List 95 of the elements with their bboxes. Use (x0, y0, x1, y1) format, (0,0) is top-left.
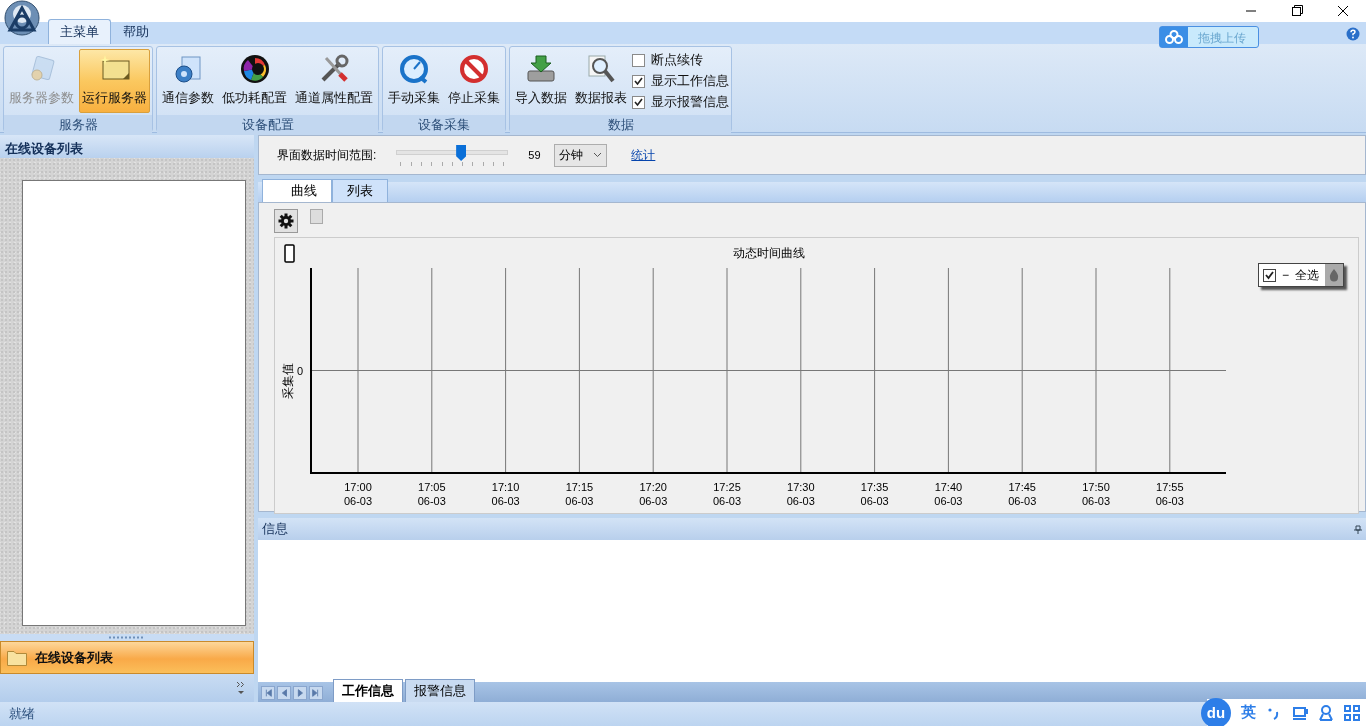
group-title: 设备配置 (157, 115, 378, 136)
x-tick-label: 17:25 (713, 481, 741, 493)
ribbon-button[interactable]: 通信参数 (159, 49, 217, 113)
ribbon-icon (172, 53, 204, 85)
arrow-icon (295, 687, 305, 699)
x-tick-date: 06-03 (565, 495, 594, 507)
ribbon-button[interactable]: 数据报表 (572, 49, 630, 113)
range-value: 59 (528, 149, 542, 161)
settings-icon (278, 213, 294, 229)
ribbon-button[interactable]: 低功耗配置 (219, 49, 290, 113)
x-tick-label: 17:50 (1082, 481, 1110, 493)
ribbon-button[interactable]: 停止采集 (445, 49, 503, 113)
page-nav-button[interactable] (293, 686, 307, 700)
x-tick-date: 06-03 (712, 495, 742, 507)
ribbon-button[interactable]: 导入数据 (512, 49, 570, 113)
checkbox[interactable]: 显示报警信息 (632, 93, 729, 111)
ribbon-icon (398, 53, 430, 85)
page-nav-button[interactable] (309, 686, 323, 700)
x-tick-label: 17:35 (860, 481, 889, 493)
grid-icon[interactable] (1344, 704, 1360, 721)
x-tick-date: 06-03 (1008, 495, 1037, 507)
arrow-icon (279, 687, 289, 699)
help-icon[interactable] (1346, 27, 1360, 41)
x-tick-label: 17:20 (639, 481, 667, 493)
status-text: 就绪 (9, 705, 35, 723)
ime-logo[interactable]: du (1201, 697, 1231, 726)
ime-mode[interactable]: 英 (1241, 703, 1256, 722)
x-tick-label: 17:05 (418, 481, 446, 493)
page-nav-button[interactable] (277, 686, 291, 700)
folder-icon (7, 649, 27, 666)
group-title: 数据 (510, 115, 731, 136)
settings-button[interactable] (274, 209, 298, 233)
x-tick-label: 17:55 (1156, 481, 1184, 493)
x-tick-label: 17:40 (934, 481, 963, 493)
x-tick-date: 06-03 (639, 495, 668, 507)
checkbox[interactable]: 显示工作信息 (632, 72, 729, 90)
x-tick-date: 06-03 (860, 495, 889, 507)
y-axis-label: 采集值 (281, 362, 295, 399)
unit-dropdown[interactable]: 分钟 (554, 143, 608, 167)
legend[interactable]: − 全选 (1258, 263, 1344, 287)
x-tick-date: 06-03 (1081, 495, 1111, 507)
x-tick-date: 06-03 (343, 495, 373, 507)
check-icon (634, 97, 643, 107)
arrow-icon (311, 687, 321, 699)
x-tick-date: 06-03 (1155, 495, 1184, 507)
ribbon-button[interactable]: 通道属性配置 (292, 49, 376, 113)
ribbon-icon (238, 53, 271, 85)
info-tab[interactable]: 工作信息 (333, 679, 403, 702)
x-tick-date: 06-03 (491, 495, 520, 507)
checkbox[interactable]: 断点续传 (632, 51, 729, 69)
statistics-link[interactable]: 统计 (631, 146, 656, 164)
page-nav-button[interactable] (261, 686, 275, 700)
view-tab[interactable]: 曲线 (262, 179, 332, 202)
ribbon-icon (585, 53, 617, 85)
caret-icon (593, 152, 603, 158)
nav-item[interactable]: 在线设备列表 (0, 641, 254, 674)
x-tick-label: 17:00 (344, 481, 372, 493)
ribbon-tab[interactable]: 帮助 (111, 19, 161, 44)
checkbox[interactable] (1263, 268, 1276, 282)
slider-thumb[interactable] (456, 145, 467, 161)
ribbon-icon (458, 53, 490, 85)
legend-label: 全选 (1295, 266, 1319, 284)
info-tab[interactable]: 报警信息 (405, 679, 475, 702)
x-tick-date: 06-03 (934, 495, 963, 507)
panel-title: 信息 (262, 520, 288, 538)
range-label: 界面数据时间范围: (277, 146, 377, 164)
x-tick-date: 06-03 (417, 495, 446, 507)
series-marker-icon (284, 244, 295, 263)
x-tick-label: 17:45 (1008, 481, 1036, 493)
cloud-icon (1165, 30, 1183, 44)
check-icon (634, 76, 643, 86)
y-tick-label: 0 (296, 364, 303, 377)
user-icon[interactable] (1318, 704, 1334, 721)
chart-title: 动态时间曲线 (732, 246, 805, 260)
check-icon (1265, 270, 1274, 280)
group-title: 设备采集 (383, 115, 505, 136)
cup-icon[interactable] (1292, 704, 1308, 721)
group-title: 服务器 (4, 115, 152, 136)
ribbon-tab[interactable]: 主菜单 (48, 19, 111, 44)
legend-dash: − (1282, 268, 1289, 282)
chevron-icon[interactable] (236, 681, 246, 695)
ribbon-button[interactable]: 手动采集 (385, 49, 443, 113)
x-tick-label: 17:10 (491, 481, 520, 493)
pin-icon[interactable] (1354, 524, 1362, 534)
panel-title: 在线设备列表 (0, 135, 254, 158)
drop-icon (1328, 268, 1340, 282)
arrow-icon (263, 687, 273, 699)
view-tab[interactable]: 列表 (332, 179, 388, 202)
ribbon-button[interactable]: 运行服务器 (79, 49, 150, 113)
ribbon-icon (525, 53, 557, 85)
splitter-grip-icon[interactable] (109, 636, 145, 639)
x-tick-label: 17:30 (787, 481, 815, 493)
x-tick-date: 06-03 (786, 495, 815, 507)
x-tick-label: 17:15 (565, 481, 594, 493)
toggle-box[interactable] (310, 209, 323, 224)
